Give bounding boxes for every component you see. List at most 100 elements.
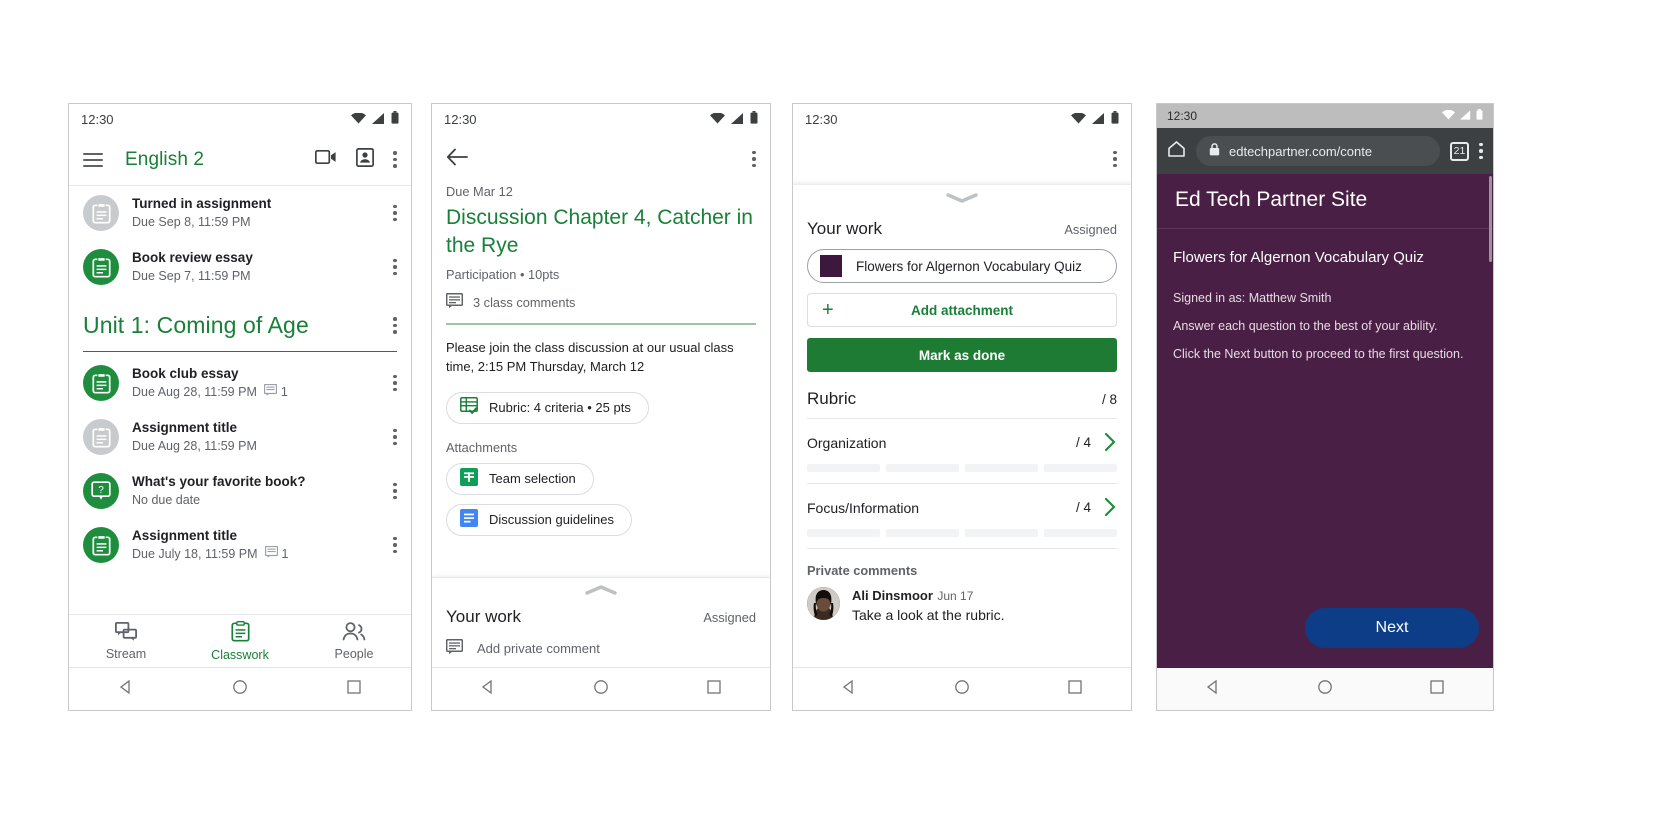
tab-count-value: 21 <box>1453 145 1466 157</box>
android-recents-square-icon[interactable] <box>1067 679 1083 700</box>
add-attachment-button[interactable]: + Add attachment <box>807 293 1117 327</box>
attachment-chip-docs[interactable]: Discussion guidelines <box>446 503 633 536</box>
criterion-header: Focus/Information / 4 <box>807 497 1117 518</box>
list-item[interactable]: Assignment title Due Aug 28, 11:59 PM <box>69 410 411 464</box>
list-item[interactable]: Turned in assignment Due Sep 8, 11:59 PM <box>69 186 411 240</box>
url-bar[interactable]: edtechpartner.com/conte <box>1196 136 1440 166</box>
svg-text:?: ? <box>98 485 104 496</box>
rubric-chip-label: Rubric: 4 criteria • 25 pts <box>489 400 631 415</box>
android-home-circle-icon[interactable] <box>954 679 970 700</box>
kebab-menu-icon[interactable] <box>393 428 397 446</box>
add-attachment-label: Add attachment <box>910 302 1013 318</box>
unit-title: Unit 1: Coming of Age <box>83 312 309 338</box>
bottom-tab-bar: Stream Classwork People <box>69 614 411 668</box>
chevron-right-icon[interactable] <box>1104 497 1117 518</box>
signal-icon <box>731 112 744 127</box>
list-item[interactable]: ? What's your favorite book? No due date <box>69 464 411 518</box>
kebab-menu-icon[interactable] <box>1113 150 1117 168</box>
kebab-menu-icon[interactable] <box>393 317 397 334</box>
hamburger-icon[interactable] <box>83 149 103 171</box>
kebab-menu-icon[interactable] <box>752 150 756 168</box>
comment-count-value: 1 <box>281 547 289 561</box>
list-item-due: Due Sep 7, 11:59 PM <box>132 269 251 283</box>
site-title: Ed Tech Partner Site <box>1157 174 1493 229</box>
mark-as-done-button[interactable]: Mark as done <box>807 338 1117 372</box>
assignment-icon <box>83 419 119 455</box>
scrollbar-thumb[interactable] <box>1489 176 1492 262</box>
list-item-due: No due date <box>132 493 201 507</box>
android-recents-square-icon[interactable] <box>346 679 362 700</box>
add-private-comment-row[interactable]: Add private comment <box>445 638 756 658</box>
chevron-right-icon[interactable] <box>1104 432 1117 453</box>
kebab-menu-icon[interactable] <box>393 258 397 276</box>
android-nav-bar <box>432 667 770 710</box>
list-item[interactable]: Assignment title Due July 18, 11:59 PM 1 <box>69 518 411 572</box>
status-icons <box>351 111 399 127</box>
wifi-icon <box>351 111 366 127</box>
panel-expand-chevron-up-icon[interactable] <box>446 578 756 603</box>
assignment-icon <box>83 249 119 285</box>
avatar <box>807 587 840 620</box>
android-back-triangle-icon[interactable] <box>841 679 857 700</box>
web-page: Ed Tech Partner Site Flowers for Algerno… <box>1157 174 1493 668</box>
list-item-subtitle: Due Sep 7, 11:59 PM <box>132 267 380 285</box>
rubric-criterion[interactable]: Organization / 4 <box>807 419 1117 484</box>
attachment-chip-wrap: Team selection <box>446 462 756 495</box>
tab-people[interactable]: People <box>297 615 411 668</box>
list-item-due: Due July 18, 11:59 PM <box>132 547 258 561</box>
your-work-title: Your work <box>446 607 521 626</box>
class-card-icon[interactable] <box>356 147 374 172</box>
assignment-body: Due Mar 12 Discussion Chapter 4, Catcher… <box>432 184 770 536</box>
android-home-circle-icon[interactable] <box>593 679 609 700</box>
list-item-text: Assignment title Due July 18, 11:59 PM 1 <box>132 527 380 563</box>
attachment-chip-sheets[interactable]: Team selection <box>446 462 594 495</box>
next-button[interactable]: Next <box>1305 608 1479 648</box>
tab-classwork[interactable]: Classwork <box>183 615 297 668</box>
rubric-chip[interactable]: Rubric: 4 criteria • 25 pts <box>446 391 649 424</box>
status-clock: 12:30 <box>444 111 477 127</box>
list-item[interactable]: Book review essay Due Sep 7, 11:59 PM <box>69 240 411 294</box>
list-item[interactable]: Book club essay Due Aug 28, 11:59 PM 1 <box>69 356 411 410</box>
android-back-triangle-icon[interactable] <box>118 679 134 700</box>
rubric-criterion[interactable]: Focus/Information / 4 <box>807 484 1117 549</box>
list-item-title: Turned in assignment <box>132 196 272 211</box>
android-back-triangle-icon[interactable] <box>1205 679 1221 700</box>
comment-icon <box>264 545 278 563</box>
android-home-circle-icon[interactable] <box>1317 679 1333 700</box>
google-docs-icon <box>460 509 478 530</box>
list-item-due: Due Aug 28, 11:59 PM <box>132 385 257 399</box>
list-item-text: Turned in assignment Due Sep 8, 11:59 PM <box>132 195 380 231</box>
your-work-panel[interactable]: Your work Assigned Add private comment <box>432 577 770 668</box>
home-icon[interactable] <box>1167 140 1186 163</box>
quiz-thumbnail-icon <box>820 255 842 277</box>
criterion-level-bars <box>807 529 1117 537</box>
assignment-icon <box>83 365 119 401</box>
comment-count: 1 <box>263 383 288 401</box>
back-arrow-icon[interactable] <box>446 148 468 171</box>
kebab-menu-icon[interactable] <box>393 151 397 168</box>
android-nav-bar <box>69 667 411 710</box>
android-home-circle-icon[interactable] <box>232 679 248 700</box>
kebab-menu-icon[interactable] <box>393 204 397 222</box>
tab-count-button[interactable]: 21 <box>1450 141 1469 161</box>
rubric-icon <box>460 397 478 418</box>
android-recents-square-icon[interactable] <box>706 679 722 700</box>
phone-your-work-sheet: 12:30 Your work Assigned Flowers for Alg… <box>792 103 1132 711</box>
class-comments-row[interactable]: 3 class comments <box>445 292 756 312</box>
instruction-line-2: Click the Next button to proceed to the … <box>1173 347 1464 361</box>
work-attachment-chip[interactable]: Flowers for Algernon Vocabulary Quiz <box>807 249 1117 283</box>
kebab-menu-icon[interactable] <box>393 482 397 500</box>
kebab-menu-icon[interactable] <box>393 374 397 392</box>
list-item-title: Book club essay <box>132 366 239 381</box>
assignment-icon <box>83 195 119 231</box>
android-recents-square-icon[interactable] <box>1429 679 1445 700</box>
tab-stream[interactable]: Stream <box>69 615 183 668</box>
panel-collapse-chevron-down-icon[interactable] <box>807 185 1117 215</box>
list-item-title: Book review essay <box>132 250 253 265</box>
list-item-text: Assignment title Due Aug 28, 11:59 PM <box>132 419 380 455</box>
kebab-menu-icon[interactable] <box>1479 142 1483 160</box>
android-nav-bar <box>793 667 1131 710</box>
android-back-triangle-icon[interactable] <box>480 679 496 700</box>
video-camera-icon[interactable] <box>314 149 337 170</box>
kebab-menu-icon[interactable] <box>393 536 397 554</box>
